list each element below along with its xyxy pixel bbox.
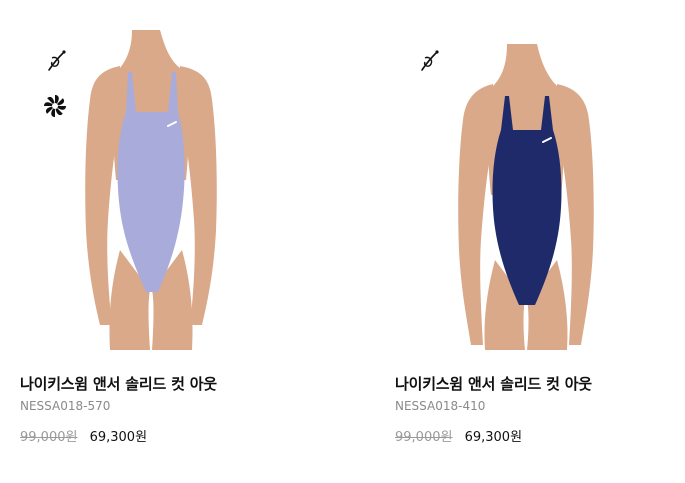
product-grid: 나이키스윔 앤서 솔리드 컷 아웃 NESSA018-570 99,000원 6… <box>0 0 685 483</box>
price-row: 99,000원 69,300원 <box>20 426 147 445</box>
sale-price: 69,300원 <box>464 430 523 445</box>
product-card[interactable]: 나이키스윔 앤서 솔리드 컷 아웃 NESSA018-410 99,000원 6… <box>395 0 655 445</box>
product-card[interactable]: 나이키스윔 앤서 솔리드 컷 아웃 NESSA018-570 99,000원 6… <box>20 0 280 445</box>
sustainable-thread-icon <box>417 48 443 74</box>
product-sku: NESSA018-570 <box>20 399 111 413</box>
original-price: 99,000원 <box>395 430 453 445</box>
product-image[interactable] <box>20 0 270 350</box>
product-name[interactable]: 나이키스윔 앤서 솔리드 컷 아웃 <box>20 373 217 394</box>
original-price: 99,000원 <box>20 430 78 445</box>
sustainable-thread-icon <box>44 48 70 74</box>
product-image[interactable] <box>395 0 645 350</box>
price-row: 99,000원 69,300원 <box>395 426 522 445</box>
sale-price: 69,300원 <box>89 430 148 445</box>
product-sku: NESSA018-410 <box>395 399 486 413</box>
product-name[interactable]: 나이키스윔 앤서 솔리드 컷 아웃 <box>395 373 592 394</box>
pinwheel-icon <box>42 93 68 119</box>
